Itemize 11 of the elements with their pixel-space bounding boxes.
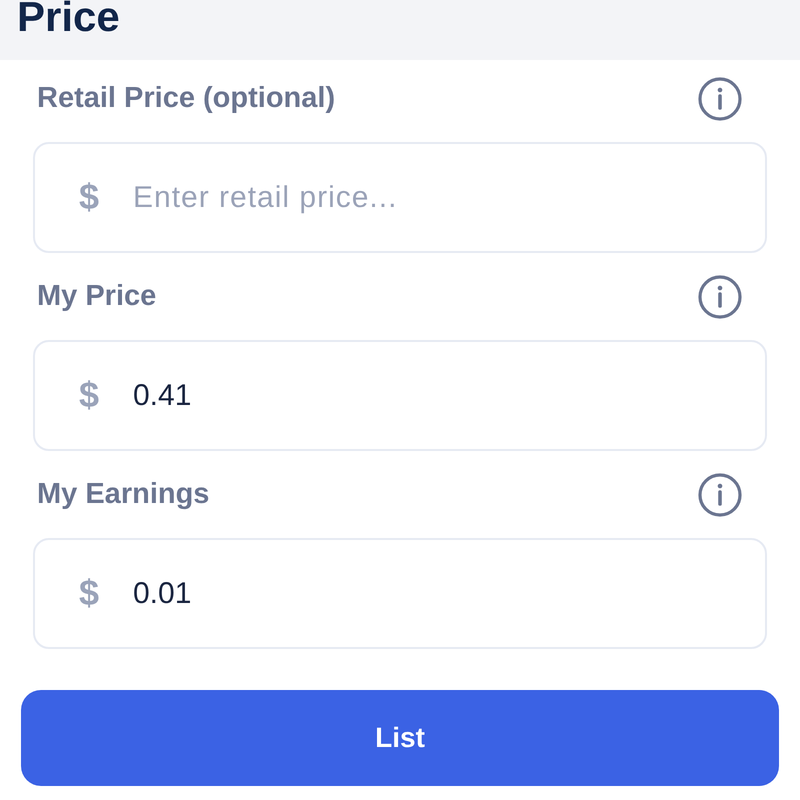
info-icon[interactable] [698, 473, 742, 517]
dollar-sign: $ [79, 179, 100, 215]
info-icon[interactable] [698, 77, 742, 121]
list-button[interactable]: List [21, 690, 779, 786]
field-label: My Earnings [37, 477, 210, 512]
dollar-sign: $ [79, 575, 100, 611]
dollar-sign: $ [79, 377, 100, 413]
field-label: My Price [37, 279, 156, 314]
field-label: Retail Price (optional) [37, 81, 336, 116]
info-icon[interactable] [698, 275, 742, 319]
page-title: Price [17, 0, 120, 39]
